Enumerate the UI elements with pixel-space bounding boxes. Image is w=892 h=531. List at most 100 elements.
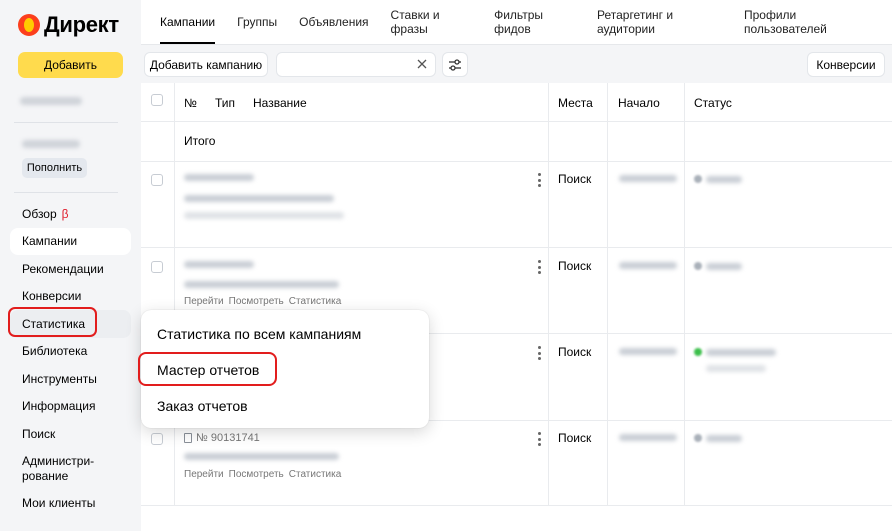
status-dot-icon: [694, 434, 702, 442]
row-divider: [141, 247, 892, 248]
statistics-link[interactable]: Статистика: [289, 469, 342, 480]
status-dot-icon: [694, 262, 702, 270]
sidebar-item-label: Инструменты: [22, 371, 97, 386]
campaign-id: № 90131741: [184, 432, 260, 444]
balance-blurred: [22, 140, 80, 148]
sidebar-item-information[interactable]: Информация: [10, 393, 131, 421]
campaign-status-blurred: [706, 263, 742, 270]
sidebar-item-search[interactable]: Поиск: [10, 420, 131, 448]
column-header-status[interactable]: Статус: [694, 96, 732, 110]
row-checkbox[interactable]: [151, 261, 163, 273]
sidebar-item-label: Кампании: [22, 234, 78, 249]
statistics-link[interactable]: Статистика: [289, 296, 342, 307]
sidebar-item-label: Администри- рование: [22, 453, 95, 483]
sidebar-item-label: Поиск: [22, 426, 56, 441]
column-divider: [174, 83, 175, 505]
logo[interactable]: Директ: [18, 12, 119, 38]
tab-bids-phrases[interactable]: Ставки и фразы: [391, 0, 473, 44]
more-actions-icon[interactable]: [537, 346, 541, 360]
campaign-id-blurred: [184, 261, 254, 268]
sidebar: Директ Добавить Пополнить Обзор β Кампан…: [0, 0, 141, 531]
sidebar-item-label: Конверсии: [22, 289, 82, 304]
campaign-places: Поиск: [558, 259, 592, 273]
sidebar-item-campaigns[interactable]: Кампании: [10, 227, 131, 255]
column-header-type[interactable]: Тип: [215, 96, 235, 110]
sidebar-divider: [14, 122, 118, 123]
sidebar-item-library[interactable]: Библиотека: [10, 338, 131, 366]
select-all-checkbox[interactable]: [151, 94, 163, 106]
campaign-name-blurred: [184, 281, 339, 288]
sidebar-item-tools[interactable]: Инструменты: [10, 365, 131, 393]
more-actions-icon[interactable]: [537, 432, 541, 446]
campaign-links-blurred: [184, 212, 344, 219]
campaign-places: Поиск: [558, 172, 592, 186]
column-header-start[interactable]: Начало: [618, 96, 660, 110]
campaign-status-detail-blurred: [706, 365, 766, 372]
more-actions-icon[interactable]: [537, 260, 541, 274]
campaign-status-blurred: [706, 349, 776, 356]
campaign-links: Перейти Посмотреть Статистика: [184, 469, 346, 480]
campaign-start-blurred: [619, 434, 677, 441]
go-link[interactable]: Перейти: [184, 469, 224, 480]
column-header-number[interactable]: №: [184, 96, 197, 110]
yandex-logo-icon: [18, 14, 40, 36]
search-field[interactable]: [276, 52, 436, 77]
column-divider: [607, 83, 608, 505]
status-dot-icon: [694, 348, 702, 356]
sidebar-item-label: Мои клиенты: [22, 496, 96, 511]
menu-item-all-campaigns-stats[interactable]: Статистика по всем кампаниям: [157, 326, 361, 342]
topup-button[interactable]: Пополнить: [22, 158, 87, 178]
tab-groups[interactable]: Группы: [237, 0, 277, 44]
logo-text: Директ: [44, 12, 119, 37]
row-checkbox[interactable]: [151, 433, 163, 445]
row-divider: [141, 121, 892, 122]
menu-item-order-reports[interactable]: Заказ отчетов: [157, 398, 248, 414]
campaign-start-blurred: [619, 175, 677, 182]
conversions-button[interactable]: Конверсии: [807, 52, 885, 77]
column-divider: [548, 83, 549, 505]
row-checkbox[interactable]: [151, 174, 163, 186]
beta-badge: β: [61, 206, 69, 221]
filter-settings-button[interactable]: [442, 52, 468, 77]
row-divider: [141, 161, 892, 162]
top-tabs: Кампании Группы Объявления Ставки и фраз…: [160, 0, 892, 44]
view-link[interactable]: Посмотреть: [229, 296, 284, 307]
close-icon[interactable]: [415, 57, 429, 71]
view-link[interactable]: Посмотреть: [229, 469, 284, 480]
sidebar-item-recommendations[interactable]: Рекомендации: [10, 255, 131, 283]
column-header-name[interactable]: Название: [253, 96, 307, 110]
campaigns-table: [141, 83, 892, 531]
sidebar-nav: Обзор β Кампании Рекомендации Конверсии …: [10, 200, 131, 517]
sidebar-item-administration[interactable]: Администри- рование: [10, 448, 131, 490]
campaign-status-blurred: [706, 176, 742, 183]
tab-ads[interactable]: Объявления: [299, 0, 368, 44]
campaign-links: Перейти Посмотреть Статистика: [184, 296, 346, 307]
search-input[interactable]: [277, 53, 407, 76]
column-divider: [684, 83, 685, 505]
tab-campaigns[interactable]: Кампании: [160, 0, 216, 44]
text-campaign-icon: [184, 433, 192, 443]
sidebar-item-conversions[interactable]: Конверсии: [10, 283, 131, 311]
campaign-start-blurred: [619, 262, 677, 269]
statistics-highlight: [8, 307, 97, 337]
status-dot-icon: [694, 175, 702, 183]
go-link[interactable]: Перейти: [184, 296, 224, 307]
campaign-name-blurred: [184, 195, 334, 202]
sidebar-item-overview[interactable]: Обзор β: [10, 200, 131, 228]
campaign-id-text[interactable]: № 90131741: [196, 432, 260, 444]
tab-feed-filters[interactable]: Фильтры фидов: [494, 0, 575, 44]
total-row-label: Итого: [184, 134, 216, 148]
tab-user-profiles[interactable]: Профили пользователей: [744, 0, 870, 44]
sidebar-item-label: Обзор: [22, 206, 57, 221]
more-actions-icon[interactable]: [537, 173, 541, 187]
campaign-places: Поиск: [558, 431, 592, 445]
column-header-places[interactable]: Места: [558, 96, 593, 110]
sidebar-item-label: Информация: [22, 399, 96, 414]
add-button[interactable]: Добавить: [18, 52, 123, 78]
sidebar-item-my-clients[interactable]: Мои клиенты: [10, 490, 131, 518]
tab-retargeting[interactable]: Ретаргетинг и аудитории: [597, 0, 722, 44]
campaign-places: Поиск: [558, 345, 592, 359]
report-wizard-highlight: [138, 352, 277, 386]
add-campaign-button[interactable]: Добавить кампанию: [144, 52, 268, 77]
sidebar-item-label: Рекомендации: [22, 261, 104, 276]
